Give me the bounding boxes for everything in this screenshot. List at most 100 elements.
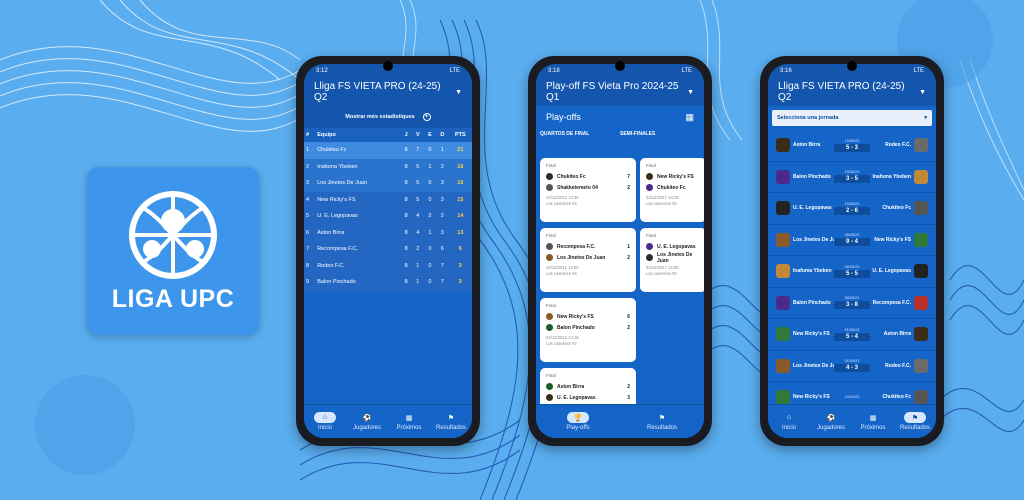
table-row[interactable]: 9 Balon Pinchado 8 1 0 7 3 [304,274,472,291]
match-score: 4 - 3 [834,364,870,373]
nav-resultados[interactable]: ⚑ Resultados [894,405,936,438]
ball-icon: ⚽ [826,414,836,422]
match-date: 24/04/23 [844,395,860,400]
away-team-crest [914,390,928,405]
row-won: 5 [411,158,424,175]
phone-results: 3:16 LTE Lliga FS VIETA PRO (24-25) Q2 ▼… [760,56,944,446]
row-lost: 6 [436,241,449,258]
result-row[interactable]: Los Jinetes De Juan08/05/239 - 4New Rick… [768,225,936,256]
home-team-crest [546,383,553,390]
result-row[interactable]: Balon Pinchado 08/05/23 3 - 8 Recompesa F.C… [768,288,936,319]
bracket-icon[interactable]: ▦ [685,112,694,123]
away-team-crest [914,295,928,310]
table-row[interactable]: 6 Aston Birra 8 4 1 3 13 [304,224,472,241]
nav-proximos[interactable]: ▦ Próximos [852,405,894,438]
match-center: 15/05/23 2 - 6 [834,202,870,215]
result-row[interactable]: Los Jinetes De Juan01/05/234 - 3Rodeo F.… [768,351,936,382]
row-drawn: 0 [423,191,437,208]
away-team-crest [546,394,553,401]
league-selector[interactable]: Play-off FS Vieta Pro 2024-25 Q1 ▼ [536,78,704,106]
table-row[interactable]: 2 Inafuma Ybeben 8 5 1 2 16 [304,158,472,175]
nav-proximos[interactable]: ▦ Próximos [388,405,430,438]
match-center: 01/05/23 4 - 3 [834,359,870,373]
phone-standings: 3:12 LTE Lliga FS VIETA PRO (24-25) Q2 ▼… [296,56,480,446]
result-row[interactable]: U. E. Legopavas 15/05/23 2 - 6 Chukiteo Fc [768,193,936,225]
status-network: LTE [449,68,460,74]
home-team-name: Recompesa F.C. [557,243,596,250]
home-team: New Ricky's FS [646,171,700,182]
away-team-score: 2 [627,254,630,261]
nav-playoffs[interactable]: 🏆 Play-offs [536,405,620,438]
away-team: Shakketemeto 04 2 [546,182,630,193]
playoffs-screen: 3:18 LTE Play-off FS Vieta Pro 2024-25 Q… [536,64,704,438]
more-stats-button[interactable]: Mostrar més estadístiques + [304,106,472,128]
table-row[interactable]: 4 New Ricky's FS 8 5 0 3 15 [304,191,472,208]
match-date: 15/05/23 [844,201,860,206]
calendar-icon: ▦ [869,414,877,422]
away-team-name: Shakketemeto 04 [557,184,598,191]
league-selector[interactable]: Lliga FS VIETA PRO (24-25) Q2 ▼ [768,78,936,106]
away-team: Los Jinetes De Juan 2 [546,252,630,263]
match-card[interactable]: Final U. E. Legopavas Los Jinetes De Juan 2… [640,228,704,292]
row-played: 8 [400,224,412,241]
away-team-score: 2 [627,324,630,331]
table-row[interactable]: 1 Chukiteo Fc 8 7 0 1 21 [304,142,472,159]
bottom-nav: ⌂ Inicio ⚽ Jugadores ▦ Próximos ⚑ Resultados [304,404,472,438]
match-meta: 24/12/2012 13:30 Los caserries #2 [546,195,630,207]
row-team: Rodeo F.C. [315,257,401,274]
row-pos: 8 [304,257,316,274]
away-team-crest [546,324,553,331]
nav-jugadores[interactable]: ⚽ Jugadores [810,405,852,438]
away-team: Chukiteo Fc [646,182,700,193]
trophy-icon: 🏆 [567,412,589,423]
app-name: LIGA UPC [111,285,235,313]
home-team-name: Balon Pinchado [793,299,831,306]
match-card[interactable]: Final Recompesa F.C. 1 Los Jinetes De Juan 2… [540,228,636,292]
flag-icon: ⚑ [904,412,926,423]
row-lost: 3 [436,191,449,208]
bottom-nav: 🏆 Play-offs ⚑ Resultados [536,404,704,438]
jornada-select[interactable]: Selecciona una jornada ▾ [772,110,932,126]
match-venue: Los caserries #2 [546,271,577,276]
result-row[interactable]: Inafuma Ybeben 08/05/23 5 - 5 U. E. Legopav… [768,256,936,288]
results-list: Aston Birra 15/05/23 5 - 3 Rodeo F.C. Balon … [768,130,936,414]
nav-resultados[interactable]: ⚑ Resultados [620,405,704,438]
match-date: 08/05/23 [844,264,860,269]
home-team-name: Aston Birra [793,142,821,149]
results-screen: 3:16 LTE Lliga FS VIETA PRO (24-25) Q2 ▼… [768,64,936,438]
nav-jugadores[interactable]: ⚽ Jugadores [346,405,388,438]
match-card[interactable]: Final Chukiteo Fc 7 Shakketemeto 04 2 24/12/2… [540,158,636,222]
table-row[interactable]: 7 Recompesa F.C. 8 2 0 6 6 [304,241,472,258]
table-row[interactable]: 5 U. E. Legopavas 8 4 2 2 14 [304,208,472,225]
match-score: 3 - 5 [834,175,870,184]
match-status: Final [546,163,556,168]
nav-inicio[interactable]: ⌂ Inicio [304,405,346,438]
table-row[interactable]: 8 Rodeo F.C. 8 1 0 7 3 [304,257,472,274]
nav-inicio[interactable]: ⌂ Inicio [768,405,810,438]
home-team-name: U. E. Legopavas [657,243,696,250]
home-team-crest [776,358,790,373]
match-card[interactable]: Final New Ricky's FS 6 Balon Pinchado 2 24/12… [540,298,636,362]
row-pos: 1 [304,142,316,159]
row-lost: 7 [436,274,449,291]
away-team-name: Rodeo F.C. [885,362,911,369]
match-date: 15/05/23 [844,170,860,175]
away-team-crest [646,254,653,261]
away-team: Balon Pinchado 2 [546,322,630,333]
col-team: Equipo [315,128,401,142]
nav-resultados[interactable]: ⚑ Resultados [430,405,472,438]
home-team-name: Aston Birra [557,383,585,390]
flag-icon: ⚑ [658,414,666,422]
col-won: V [411,128,424,142]
result-row[interactable]: Aston Birra 15/05/23 5 - 3 Rodeo F.C. [768,130,936,162]
match-status: Final [546,233,556,238]
result-row[interactable]: New Ricky's FS 01/05/23 5 - 4 Aston Birra [768,319,936,351]
home-team-score: 2 [627,383,630,390]
row-drawn: 0 [423,142,437,159]
result-row[interactable]: Balon Pinchado 15/05/23 3 - 5 Inafuma Ybebe… [768,162,936,193]
league-selector[interactable]: Lliga FS VIETA PRO (24-25) Q2 ▼ [304,78,472,106]
section-header: Play-offs ▦ [536,106,704,128]
section-title: Play-offs [546,112,581,122]
table-row[interactable]: 3 Los Jinetes De Juan 8 5 0 3 15 [304,175,472,192]
match-card[interactable]: Final New Ricky's FS Chukiteo Fc 24/12/2017… [640,158,704,222]
